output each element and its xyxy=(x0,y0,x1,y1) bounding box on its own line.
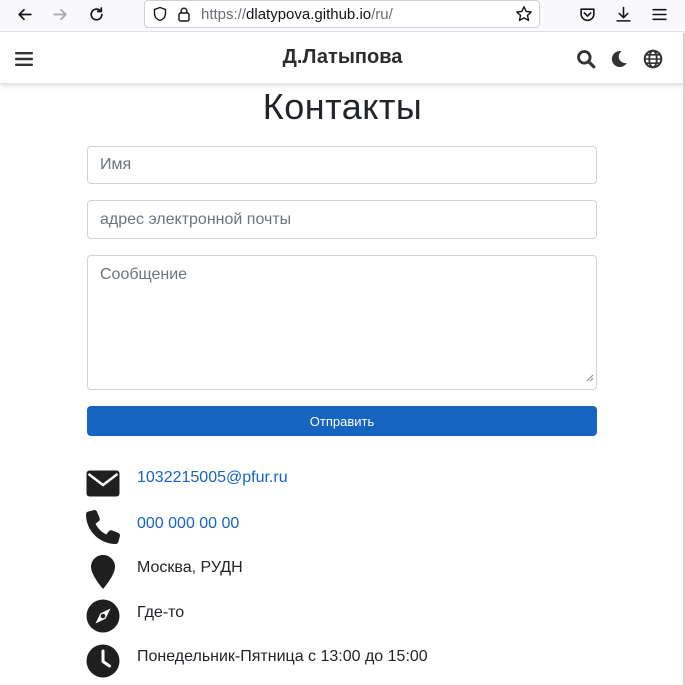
site-navbar: Д.Латыпова xyxy=(0,33,685,84)
downloads-button[interactable] xyxy=(609,2,637,26)
contact-location-text: Где-то xyxy=(137,604,185,621)
contact-hours-row: Понедельник-Пятница с 13:00 до 15:00 xyxy=(85,643,605,679)
resize-handle-icon[interactable] xyxy=(585,369,594,387)
envelope-icon xyxy=(85,465,121,501)
contact-email-link[interactable]: 1032215005@pfur.ru xyxy=(137,469,288,487)
message-textarea[interactable]: Сообщение xyxy=(87,255,597,390)
reload-icon xyxy=(89,6,103,21)
shield-icon[interactable] xyxy=(151,5,169,23)
forward-button[interactable] xyxy=(46,2,74,26)
url-path: /ru/ xyxy=(371,5,393,23)
bookmark-star-icon[interactable] xyxy=(515,5,533,27)
pocket-button[interactable] xyxy=(573,2,601,26)
forward-arrow-icon xyxy=(52,8,67,20)
url-text[interactable]: https://dlatypova.github.io/ru/ xyxy=(201,6,393,23)
app-menu-button[interactable] xyxy=(645,2,673,26)
page-title: Контакты xyxy=(262,86,423,127)
map-marker-icon xyxy=(85,554,121,590)
submit-button[interactable]: Отправить xyxy=(87,406,597,436)
pocket-icon xyxy=(579,7,595,21)
contact-phone-link[interactable]: 000 000 00 00 xyxy=(137,515,239,533)
email-placeholder: адрес электронной почты xyxy=(100,210,292,228)
dark-mode-moon-icon[interactable] xyxy=(608,48,630,70)
language-globe-icon[interactable] xyxy=(642,48,664,70)
submit-label: Отправить xyxy=(309,413,375,429)
phone-icon xyxy=(85,509,121,545)
contact-hours-text: Понедельник-Пятница с 13:00 до 15:00 xyxy=(137,648,428,665)
download-icon xyxy=(615,6,631,22)
reload-button[interactable] xyxy=(82,2,110,26)
search-icon[interactable] xyxy=(575,48,597,70)
contact-email-row: 1032215005@pfur.ru xyxy=(85,465,605,501)
url-bar[interactable]: https://dlatypova.github.io/ru/ xyxy=(144,0,540,28)
email-input[interactable]: адрес электронной почты xyxy=(87,200,597,239)
contact-address-row: Москва, РУДН xyxy=(85,554,605,590)
back-button[interactable] xyxy=(10,2,38,26)
name-input[interactable]: Имя xyxy=(87,146,597,184)
contact-phone-row: 000 000 00 00 xyxy=(85,509,605,545)
back-arrow-icon xyxy=(17,8,32,20)
lock-icon[interactable] xyxy=(175,5,193,23)
clock-icon xyxy=(85,643,121,679)
compass-icon xyxy=(85,598,121,634)
message-placeholder: Сообщение xyxy=(100,266,188,283)
name-placeholder: Имя xyxy=(100,156,132,173)
url-domain: dlatypova.github.io xyxy=(246,5,372,23)
contact-address-text: Москва, РУДН xyxy=(137,559,243,576)
hamburger-menu-icon xyxy=(651,8,667,20)
browser-toolbar: https://dlatypova.github.io/ru/ xyxy=(0,0,685,32)
contact-location-row: Где-то xyxy=(85,598,605,634)
url-scheme: https:// xyxy=(201,5,247,23)
